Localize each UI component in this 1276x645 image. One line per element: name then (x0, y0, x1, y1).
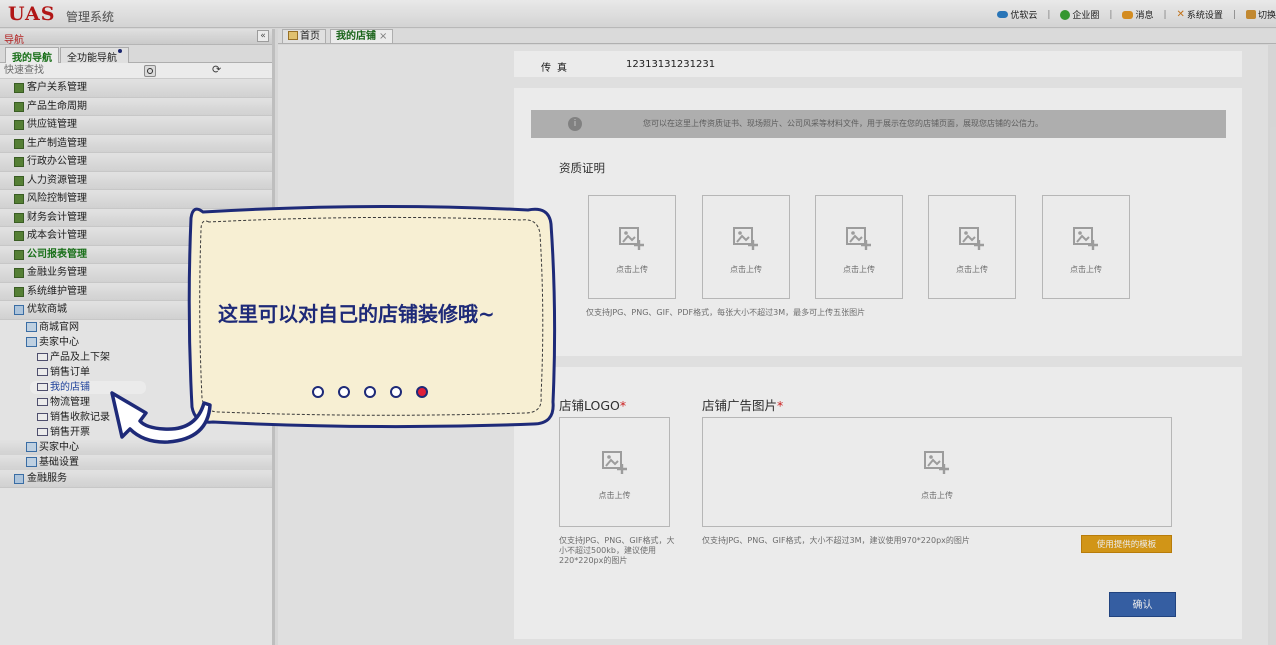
image-add-icon (619, 227, 644, 250)
step-dot[interactable] (364, 386, 376, 398)
top-links: 优软云 | 企业圈 | 消息 | ✕ 系统设置 | 切换 (991, 8, 1276, 21)
image-add-icon (924, 451, 949, 474)
logo-title: 店铺LOGO* (559, 398, 627, 413)
search-icon[interactable] (144, 65, 156, 77)
qualification-upload-3[interactable]: 点击上传 (815, 195, 903, 299)
fax-label: 传真 (541, 63, 573, 74)
enterprise-circle-icon (1060, 9, 1071, 20)
page-tabs: 首页 我的店铺 × (278, 29, 1276, 44)
module-icon (14, 101, 24, 112)
image-add-icon (733, 227, 758, 250)
page-icon (37, 352, 48, 361)
step-dot[interactable] (312, 386, 324, 398)
collapse-sidebar-button[interactable]: « (257, 30, 269, 42)
folder-icon (14, 473, 24, 484)
page-icon (37, 367, 48, 376)
image-add-icon (601, 451, 627, 474)
menu-item[interactable]: 行政办公管理 (0, 153, 272, 172)
logo-upload[interactable]: 点击上传 (559, 417, 670, 527)
enterprise-circle-link[interactable]: 企业圈 (1054, 8, 1105, 21)
search-row: ⟳ (0, 63, 272, 79)
refresh-icon[interactable]: ⟳ (212, 63, 221, 76)
qualification-upload-5[interactable]: 点击上传 (1042, 195, 1130, 299)
tab-my-nav[interactable]: 我的导航 (5, 47, 59, 64)
folder-icon (26, 321, 37, 332)
module-icon (14, 83, 24, 93)
pointer-arrow-icon (110, 391, 212, 444)
search-input[interactable] (4, 64, 154, 77)
ad-image-upload[interactable]: 点击上传 (702, 417, 1172, 527)
guide-step-dots (312, 386, 428, 398)
settings-icon: ✕ (1176, 9, 1185, 20)
qualification-upload-1[interactable]: 点击上传 (588, 195, 676, 299)
youruanyun-link[interactable]: 优软云 (991, 8, 1043, 21)
module-icon (14, 212, 24, 223)
folder-icon (26, 336, 37, 347)
menu-item[interactable]: 客户关系管理 (0, 79, 272, 98)
step-dot-active[interactable] (416, 386, 428, 398)
cloud-icon (997, 11, 1009, 18)
module-icon (14, 120, 24, 130)
tab-home[interactable]: 首页 (282, 29, 326, 44)
use-template-button[interactable]: 使用提供的模板 (1081, 535, 1172, 553)
nav-header: 导航 « (0, 29, 272, 46)
step-dot[interactable] (338, 386, 350, 398)
switch-icon (1245, 10, 1256, 19)
logo-hint: 仅支持JPG、PNG、GIF格式，大 小不超过500kb，建议使用 220*22… (559, 536, 675, 565)
qualification-hint: 仅支持JPG、PNG、GIF、PDF格式，每张大小不超过3M，最多可上传五张图片 (586, 308, 866, 317)
fax-value: 12313131231231 (626, 59, 716, 70)
tab-all-nav[interactable]: 全功能导航 (60, 47, 129, 64)
new-badge-dot (118, 49, 122, 53)
switch-link[interactable]: 切换 (1240, 8, 1276, 21)
tree-item-basic-settings[interactable]: 基础设置 (0, 454, 272, 470)
nav-title: 导航 (4, 35, 24, 46)
folder-icon (26, 456, 37, 467)
image-add-icon (1073, 227, 1098, 250)
scrollbar[interactable] (1268, 45, 1276, 645)
module-icon (14, 138, 24, 149)
confirm-button[interactable]: 确认 (1109, 592, 1176, 617)
qualification-upload-4[interactable]: 点击上传 (928, 195, 1016, 299)
module-icon (14, 286, 24, 297)
page-icon (37, 397, 48, 406)
page-icon (37, 382, 48, 391)
tab-my-shop[interactable]: 我的店铺 × (330, 29, 394, 44)
qualification-title: 资质证明 (559, 161, 605, 175)
top-bar: UAS 管理系统 优软云 | 企业圈 | 消息 | ✕ 系统设置 | 切换 (0, 0, 1276, 28)
folder-icon (14, 305, 24, 315)
module-icon (14, 175, 24, 186)
message-icon (1122, 10, 1134, 19)
nav-tabs: 我的导航 全功能导航 (0, 45, 272, 64)
image-add-icon (846, 227, 871, 250)
home-icon (288, 31, 298, 40)
close-icon[interactable]: × (379, 31, 387, 42)
module-icon (14, 231, 24, 241)
menu-item[interactable]: 人力资源管理 (0, 171, 272, 190)
qualification-upload-2[interactable]: 点击上传 (702, 195, 790, 299)
folder-icon (26, 441, 37, 452)
page-icon (37, 412, 48, 421)
guide-text: 这里可以对自己的店铺装修哦~ (218, 302, 495, 326)
app-logo: UAS (8, 3, 56, 25)
module-icon (14, 249, 24, 260)
ad-title: 店铺广告图片* (702, 398, 784, 413)
step-dot[interactable] (390, 386, 402, 398)
fax-card: 传真 12313131231231 (514, 51, 1242, 77)
page-icon (37, 427, 48, 436)
menu-item[interactable]: 产品生命周期 (0, 97, 272, 116)
menu-item[interactable]: 生产制造管理 (0, 134, 272, 153)
notice-text: 您可以在这里上传资质证书、现场照片、公司风采等材料文件，用于展示在您的店铺页面，… (643, 119, 1043, 128)
ad-hint: 仅支持JPG、PNG、GIF格式，大小不超过3M，建议使用970*220px的图… (702, 536, 970, 545)
system-name: 管理系统 (66, 10, 115, 24)
info-icon: i (568, 117, 582, 131)
menu-item[interactable]: 供应链管理 (0, 116, 272, 135)
module-icon (14, 157, 24, 167)
module-icon (14, 194, 24, 204)
menu-item-finance[interactable]: 金融服务 (0, 469, 272, 488)
image-add-icon (959, 227, 984, 250)
upload-notice: i 您可以在这里上传资质证书、现场照片、公司风采等材料文件，用于展示在您的店铺页… (531, 110, 1226, 138)
module-icon (14, 268, 24, 278)
settings-link[interactable]: ✕ 系统设置 (1171, 8, 1229, 21)
message-link[interactable]: 消息 (1116, 8, 1159, 21)
